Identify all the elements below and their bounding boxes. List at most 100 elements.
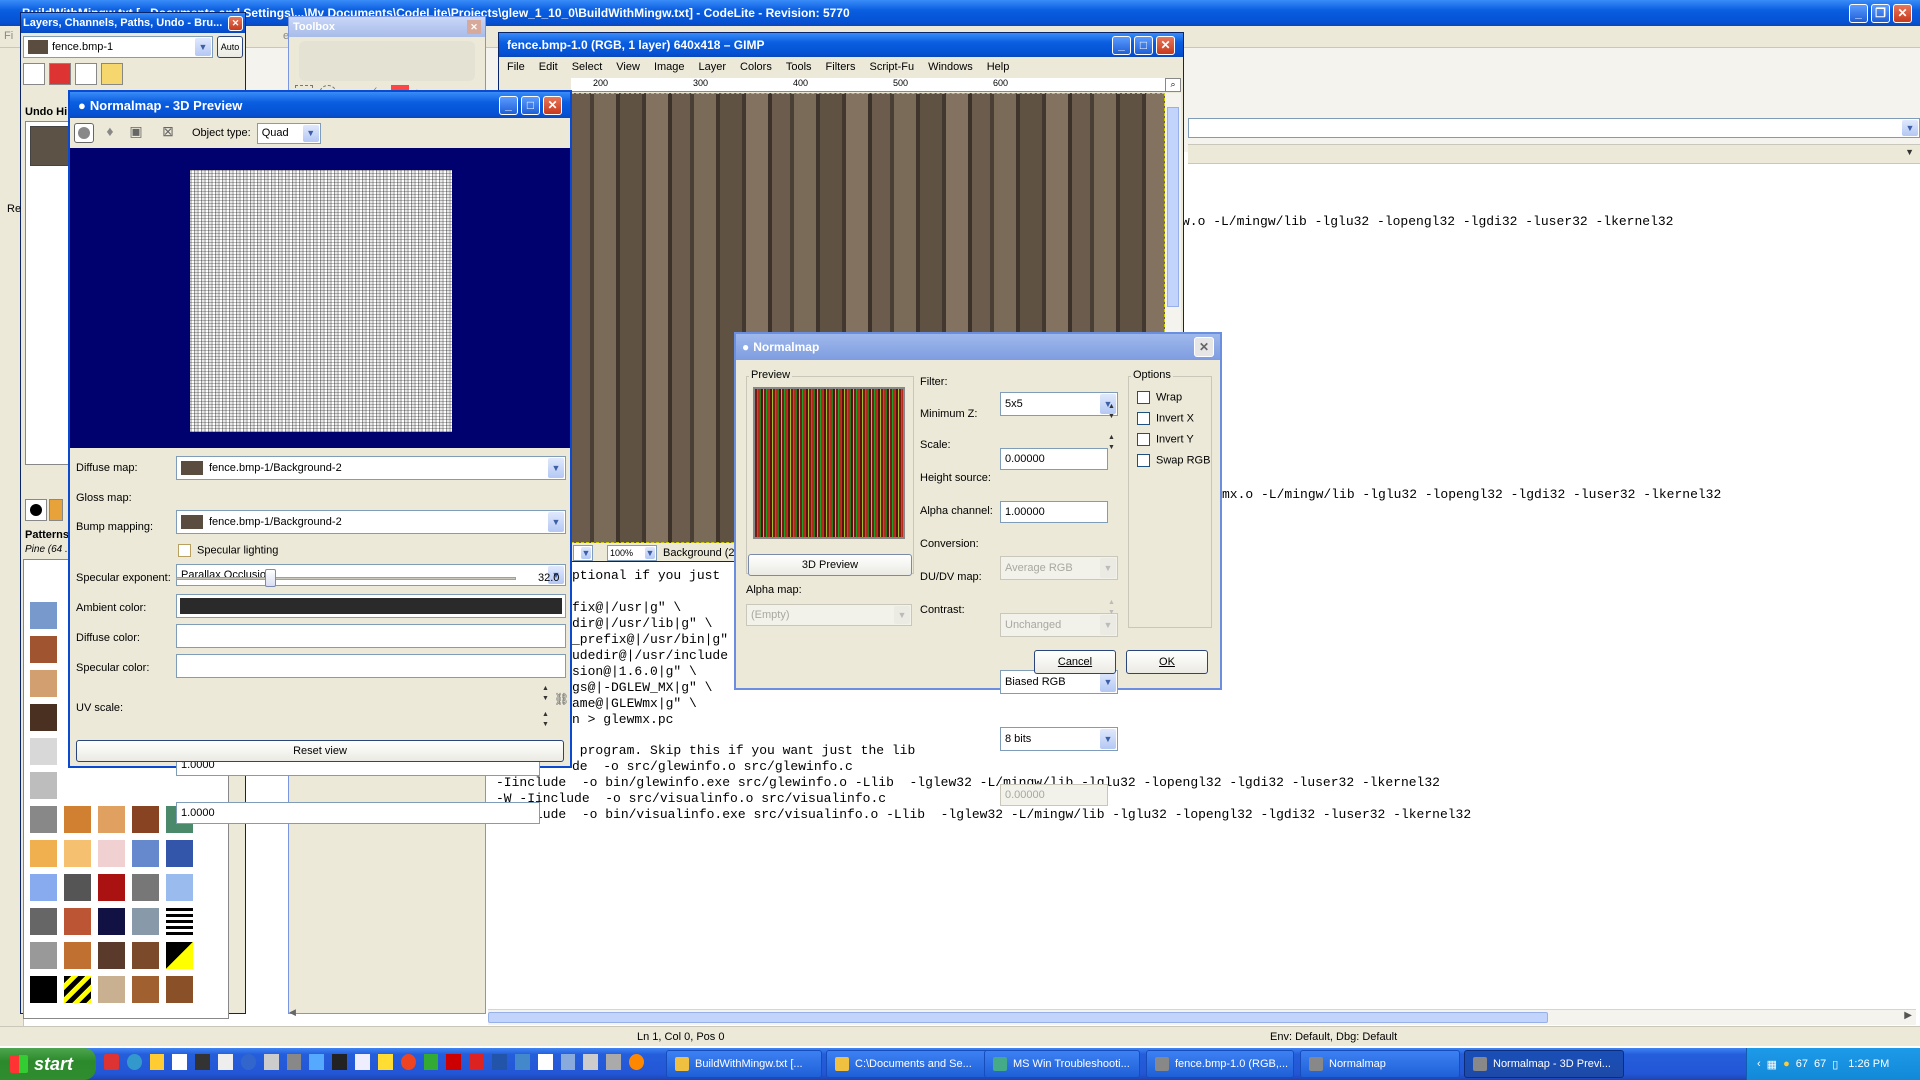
quick-launch-icon[interactable]: [332, 1054, 348, 1070]
quick-launch-icon[interactable]: [492, 1054, 507, 1070]
maximize-icon[interactable]: ❐: [1871, 3, 1890, 23]
quick-launch-icon[interactable]: [286, 1054, 302, 1070]
undo-tab-icon[interactable]: [101, 63, 123, 85]
height-source-select[interactable]: Average RGB ▼: [1000, 556, 1118, 580]
pattern-swatch[interactable]: [64, 942, 91, 969]
swap-rgb-checkbox[interactable]: Swap RGB: [1137, 454, 1210, 467]
quick-launch-icon[interactable]: [469, 1054, 485, 1070]
quick-launch-icon[interactable]: [126, 1054, 142, 1070]
pattern-swatch[interactable]: [30, 840, 57, 867]
paths-tab-icon[interactable]: [75, 63, 97, 85]
fullscreen-icon[interactable]: ⊠: [158, 123, 178, 143]
network-icon[interactable]: ▦: [1767, 1058, 1777, 1071]
pattern-swatch[interactable]: [132, 942, 159, 969]
minimum-z-input[interactable]: 0.00000: [1000, 448, 1108, 470]
alpha-channel-select[interactable]: Unchanged ▼: [1000, 613, 1118, 637]
invert-y-checkbox[interactable]: Invert Y: [1137, 433, 1194, 446]
menu-file-fragment[interactable]: Fi: [4, 30, 13, 42]
pattern-swatch[interactable]: [166, 908, 193, 935]
chain-link-icon[interactable]: ⛓: [554, 692, 569, 722]
horizontal-scrollbar[interactable]: ▶: [488, 1009, 1916, 1025]
zoom-nav-icon[interactable]: ⌕: [1165, 78, 1181, 92]
dudv-map-select[interactable]: 8 bits ▼: [1000, 727, 1118, 751]
quick-launch-icon[interactable]: [172, 1054, 188, 1070]
sphere-icon[interactable]: [74, 123, 94, 143]
pattern-swatch[interactable]: [132, 840, 159, 867]
pattern-swatch[interactable]: [30, 636, 57, 663]
quick-launch-icon[interactable]: [195, 1054, 211, 1070]
pattern-swatch[interactable]: [64, 806, 91, 833]
3d-preview-button[interactable]: 3D Preview: [748, 554, 912, 576]
pattern-swatch[interactable]: [98, 874, 125, 901]
maximize-icon[interactable]: □: [521, 95, 540, 115]
uv-scale-v-input[interactable]: 1.0000: [176, 802, 540, 824]
diffuse-color-button[interactable]: [176, 624, 566, 648]
close-icon[interactable]: ✕: [543, 95, 562, 115]
auto-button[interactable]: Auto: [217, 36, 243, 58]
menu-image[interactable]: Image: [654, 61, 685, 73]
menu-layer[interactable]: Layer: [699, 61, 727, 73]
pattern-swatch[interactable]: [30, 874, 57, 901]
specular-exponent-slider[interactable]: [176, 569, 516, 587]
taskbar-item-normalmap[interactable]: Normalmap: [1300, 1050, 1460, 1078]
menu-file[interactable]: File: [507, 61, 525, 73]
scrollbar-thumb[interactable]: [1167, 107, 1179, 307]
pattern-swatch[interactable]: [30, 772, 57, 799]
quick-launch-icon[interactable]: [560, 1054, 576, 1070]
specular-color-button[interactable]: [176, 654, 566, 678]
spin-arrows-icon[interactable]: ▲ ▼: [542, 710, 552, 732]
taskbar-item-3d-preview[interactable]: Normalmap - 3D Previ...: [1464, 1050, 1624, 1078]
start-button[interactable]: start: [0, 1048, 96, 1080]
wrap-checkbox[interactable]: Wrap: [1137, 391, 1182, 404]
pattern-swatch[interactable]: [166, 976, 193, 1003]
object-type-select[interactable]: Quad ▼: [256, 122, 321, 144]
close-icon[interactable]: ✕: [228, 15, 243, 31]
close-icon[interactable]: ✕: [1156, 35, 1175, 55]
pattern-swatch[interactable]: [132, 976, 159, 1003]
unit-select[interactable]: px▼: [573, 545, 593, 561]
quick-launch-icon[interactable]: [309, 1054, 325, 1070]
gloss-map-select[interactable]: fence.bmp-1/Background-2 ▼: [176, 510, 566, 534]
pattern-swatch[interactable]: [30, 670, 57, 697]
tray-app-icon[interactable]: ●: [1783, 1058, 1790, 1070]
pattern-swatch[interactable]: [98, 840, 125, 867]
spin-arrows-icon[interactable]: ▲ ▼: [1108, 402, 1118, 424]
pattern-swatch[interactable]: [98, 976, 125, 1003]
pattern-swatch[interactable]: [30, 738, 57, 765]
menu-select[interactable]: Select: [572, 61, 603, 73]
pattern-swatch[interactable]: [166, 840, 193, 867]
close-icon[interactable]: ✕: [467, 20, 481, 34]
quick-launch-icon[interactable]: [537, 1054, 553, 1070]
pattern-swatch[interactable]: [98, 908, 125, 935]
pattern-swatch[interactable]: [30, 806, 57, 833]
menu-script-fu[interactable]: Script-Fu: [869, 61, 914, 73]
pattern-swatch[interactable]: [30, 942, 57, 969]
light-icon[interactable]: ♦: [100, 123, 120, 143]
quick-launch-icon[interactable]: [629, 1054, 644, 1070]
taskbar-item-explorer[interactable]: C:\Documents and Se...: [826, 1050, 990, 1078]
pattern-swatch[interactable]: [30, 908, 57, 935]
quick-launch-icon[interactable]: [240, 1054, 256, 1070]
maximize-icon[interactable]: □: [1134, 35, 1153, 55]
pattern-swatch[interactable]: [30, 704, 57, 731]
pattern-swatch[interactable]: [166, 874, 193, 901]
image-select[interactable]: fence.bmp-1 ▼: [23, 36, 213, 58]
invert-x-checkbox[interactable]: Invert X: [1137, 412, 1194, 425]
pattern-swatch[interactable]: [132, 908, 159, 935]
taskbar-item-browser[interactable]: MS Win Troubleshooti...: [984, 1050, 1140, 1078]
toolbox-collapse-left[interactable]: ◀: [289, 1007, 299, 1023]
codelite-workspace-combo[interactable]: ▼: [1188, 118, 1920, 138]
ambient-color-button[interactable]: [176, 594, 566, 618]
quick-launch-icon[interactable]: [514, 1054, 530, 1070]
slider-thumb[interactable]: [264, 569, 276, 587]
menu-colors[interactable]: Colors: [740, 61, 772, 73]
pattern-swatch[interactable]: [132, 874, 159, 901]
gl-viewport[interactable]: [70, 148, 570, 448]
channels-tab-icon[interactable]: [49, 63, 71, 85]
pattern-swatch[interactable]: [64, 840, 91, 867]
reset-view-button[interactable]: Reset view: [76, 740, 564, 762]
quick-launch-icon[interactable]: [446, 1054, 462, 1070]
quick-launch-icon[interactable]: [263, 1054, 279, 1070]
ok-button[interactable]: OK: [1126, 650, 1208, 674]
menu-filters[interactable]: Filters: [826, 61, 856, 73]
